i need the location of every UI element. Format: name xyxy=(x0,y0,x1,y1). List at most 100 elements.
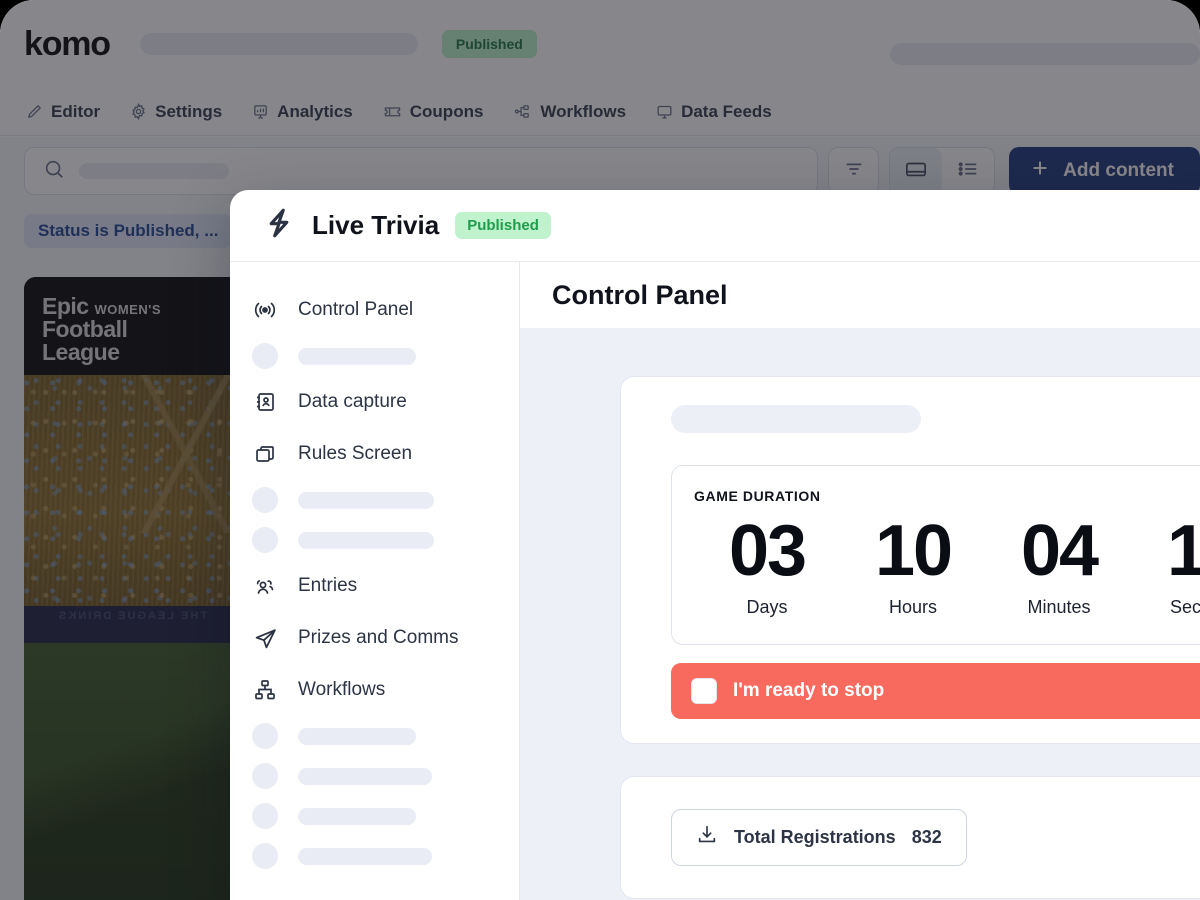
contact-card-icon xyxy=(252,390,278,414)
countdown-unit: Days xyxy=(746,597,788,618)
modal-header: Live Trivia Published xyxy=(230,190,1200,262)
countdown-unit: Minutes xyxy=(1027,597,1091,618)
modal-main: Control Panel GAME DURATION 03 Days 10 H… xyxy=(520,262,1200,900)
countdown-days: 03 Days xyxy=(694,511,840,618)
skeleton-dot xyxy=(252,723,278,749)
modal-sidebar: Control Panel Data capture Rules Screen … xyxy=(230,262,520,900)
sidebar-skeleton xyxy=(252,716,519,756)
sidebar-item-prizes-and-comms[interactable]: Prizes and Comms xyxy=(252,612,519,664)
sidebar-item-entries[interactable]: Entries xyxy=(252,560,519,612)
countdown-minutes: 04 Minutes xyxy=(986,511,1132,618)
sitemap-icon xyxy=(252,678,278,702)
gear-icon xyxy=(130,103,147,120)
skeleton-dot xyxy=(252,343,278,369)
card-view-button[interactable] xyxy=(890,148,943,194)
ready-to-stop-bar[interactable]: I'm ready to stop xyxy=(671,663,1200,720)
modal-status-badge: Published xyxy=(455,212,551,239)
content-card-epic-football[interactable]: Epic WOMEN'S Football League THE LEAGUE … xyxy=(24,277,240,900)
nav-item-workflows[interactable]: Workflows xyxy=(513,102,626,122)
live-trivia-modal: Live Trivia Published Control Panel Data… xyxy=(230,190,1200,900)
status-filter-chip[interactable]: Status is Published, ... xyxy=(24,214,233,248)
sidebar-item-label: Workflows xyxy=(298,679,386,700)
stadium-photo: THE LEAGUE DRINKS xyxy=(24,375,240,900)
skeleton-dot xyxy=(252,527,278,553)
nav-item-coupons[interactable]: Coupons xyxy=(383,101,484,122)
sidebar-skeleton xyxy=(252,520,519,560)
workflow-icon xyxy=(513,103,532,120)
search-input[interactable] xyxy=(24,147,819,195)
list-view-icon xyxy=(956,158,980,185)
card-title-line3: League xyxy=(42,338,120,365)
nav-item-editor[interactable]: Editor xyxy=(26,102,100,122)
countdown-value: 10 xyxy=(874,511,953,591)
broadcast-icon xyxy=(252,298,278,322)
filter-button[interactable] xyxy=(828,147,880,195)
sidebar-item-control-panel[interactable]: Control Panel xyxy=(252,284,519,336)
total-registrations-button[interactable]: Total Registrations 832 xyxy=(671,809,967,867)
sidebar-item-label: Data capture xyxy=(298,391,407,412)
nav-item-analytics[interactable]: Analytics xyxy=(252,102,353,122)
skeleton-bar xyxy=(298,531,434,549)
nav-label: Coupons xyxy=(409,101,484,121)
header-right-skeleton xyxy=(890,43,1200,65)
pencil-icon xyxy=(26,103,43,120)
card-title-line2: Football xyxy=(42,315,128,342)
game-control-panel: GAME DURATION 03 Days 10 Hours 04 Minute… xyxy=(620,376,1200,745)
skeleton-bar xyxy=(298,767,432,785)
ready-to-stop-label: I'm ready to stop xyxy=(733,680,885,702)
app-nav-row: Editor Settings Analytics Coupons Workfl… xyxy=(0,88,1200,136)
sidebar-item-rules-screen[interactable]: Rules Screen xyxy=(252,428,519,480)
ready-to-stop-checkbox[interactable] xyxy=(691,678,717,705)
list-view-button[interactable] xyxy=(942,148,994,194)
game-duration-box: GAME DURATION 03 Days 10 Hours 04 Minute… xyxy=(671,465,1200,646)
sidebar-item-label: Entries xyxy=(298,575,358,596)
people-icon xyxy=(252,574,278,598)
sidebar-item-data-capture[interactable]: Data capture xyxy=(252,376,519,428)
skeleton-bar xyxy=(298,491,434,509)
nav-label: Analytics xyxy=(277,101,353,121)
chart-board-icon xyxy=(252,103,269,120)
header-title-skeleton xyxy=(139,33,418,55)
countdown-hours: 10 Hours xyxy=(840,511,986,618)
add-content-button[interactable]: Add content xyxy=(1009,147,1200,195)
monitor-icon xyxy=(656,103,673,120)
countdown-seconds: 13 Seconds xyxy=(1132,511,1200,618)
stadium-ad-board: THE LEAGUE DRINKS xyxy=(24,606,240,643)
windows-icon xyxy=(252,442,278,466)
paper-plane-icon xyxy=(252,626,278,651)
game-duration-label: GAME DURATION xyxy=(694,488,821,504)
card-title-block: Epic WOMEN'S Football League xyxy=(24,277,240,375)
view-toggle-group[interactable] xyxy=(889,147,996,195)
modal-title: Live Trivia xyxy=(312,210,440,240)
page-title: Control Panel xyxy=(552,279,728,310)
nav-item-settings[interactable]: Settings xyxy=(130,102,222,122)
skeleton-bar xyxy=(298,847,432,865)
countdown-row: 03 Days 10 Hours 04 Minutes 1 Sec xyxy=(694,511,1200,618)
card-title-line1: Epic WOMEN'S xyxy=(42,293,162,319)
card-view-icon xyxy=(904,158,928,185)
sidebar-item-label: Prizes and Comms xyxy=(298,627,459,648)
main-heading-row: Control Panel xyxy=(520,262,1200,328)
download-icon xyxy=(696,824,718,851)
panel-title-skeleton xyxy=(671,405,921,433)
stadium-roof xyxy=(110,375,240,533)
screenshot-root: komo Published Editor Settings Analytics… xyxy=(0,0,1200,900)
skeleton-dot xyxy=(252,763,278,789)
sidebar-skeleton xyxy=(252,336,519,376)
sidebar-item-workflows[interactable]: Workflows xyxy=(252,664,519,716)
countdown-value: 04 xyxy=(1020,511,1099,591)
search-value-skeleton xyxy=(79,163,229,179)
main-scroll-area: GAME DURATION 03 Days 10 Hours 04 Minute… xyxy=(520,328,1200,900)
registrations-panel: Total Registrations 832 xyxy=(620,776,1200,900)
plus-icon xyxy=(1029,157,1051,185)
nav-item-data-feeds[interactable]: Data Feeds xyxy=(656,102,772,122)
stadium-pitch xyxy=(24,642,240,900)
nav-label: Settings xyxy=(155,101,223,121)
nav-label: Workflows xyxy=(540,101,627,121)
countdown-unit: Hours xyxy=(888,597,937,618)
filter-icon xyxy=(843,158,865,185)
skeleton-bar xyxy=(298,807,416,825)
skeleton-dot xyxy=(252,843,278,869)
skeleton-bar xyxy=(298,347,416,365)
sidebar-item-label: Rules Screen xyxy=(298,443,413,464)
